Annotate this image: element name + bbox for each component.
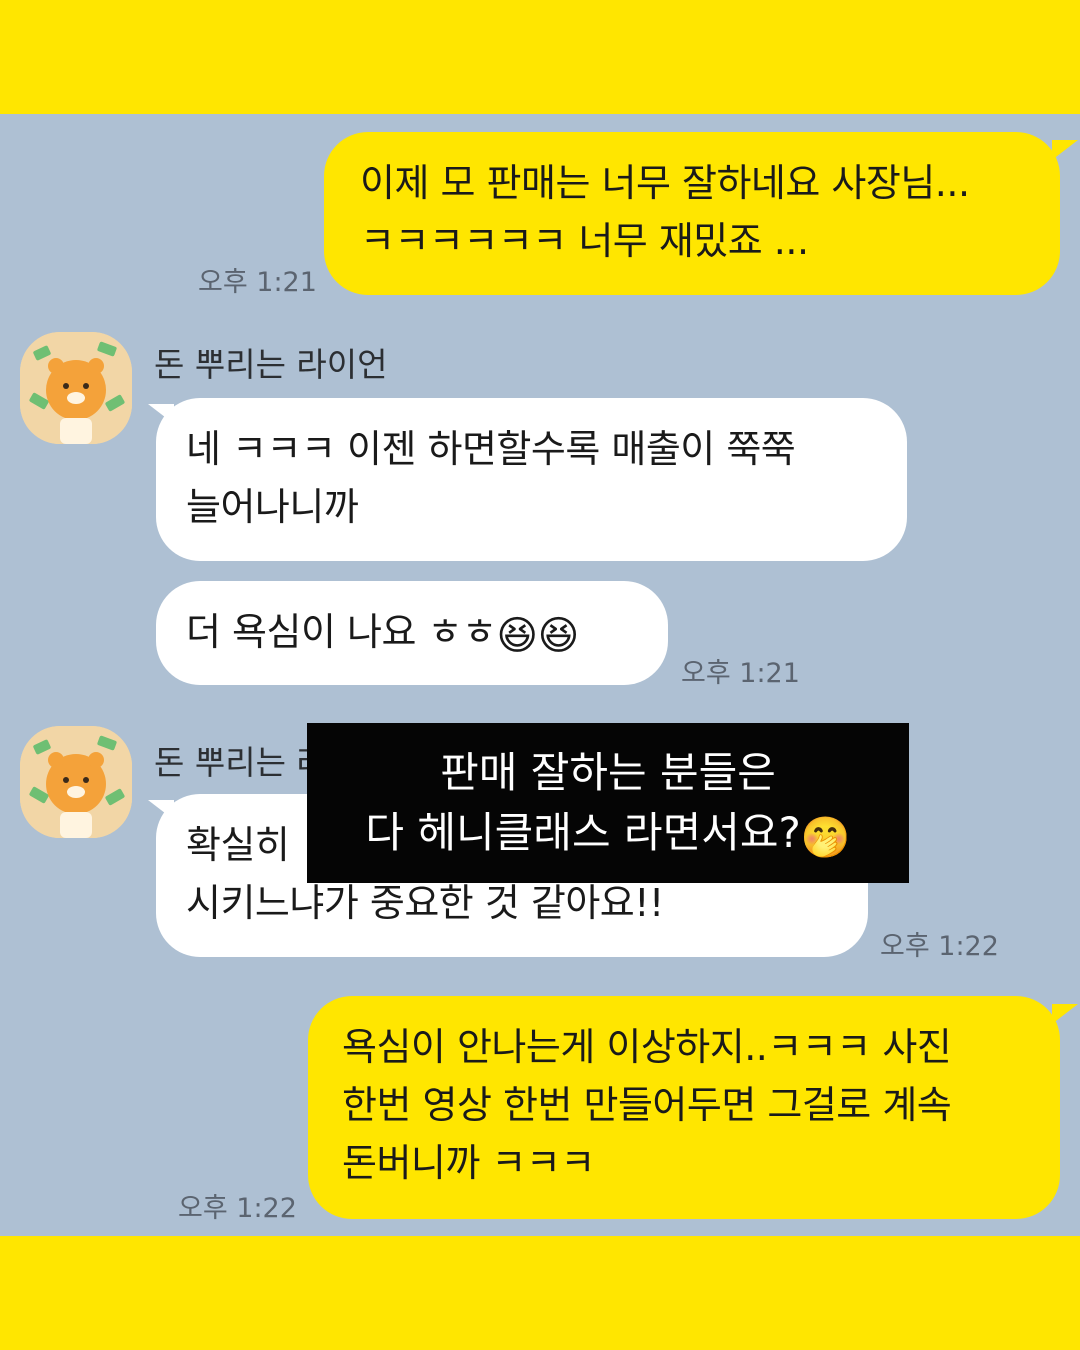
bubble-tail	[148, 800, 174, 820]
message-text: 한번 영상 한번 만들어두면 그걸로 계속	[342, 1083, 952, 1127]
message-text: ㅋㅋㅋㅋㅋㅋ 너무 재밌죠 ...	[360, 219, 809, 263]
laughing-emoji-icon: 😆😆	[496, 613, 579, 659]
bubble-tail	[148, 404, 174, 424]
message-text: 돈버니까 ㅋㅋㅋ	[342, 1141, 595, 1185]
other-message-bubble[interactable]: 네 ㅋㅋㅋ 이젠 하면할수록 매출이 쭉쭉 늘어나니까	[156, 398, 907, 561]
chat-area[interactable]: 이제 모 판매는 너무 잘하네요 사장님... ㅋㅋㅋㅋㅋㅋ 너무 재밌죠 ..…	[0, 114, 1080, 1236]
hand-over-mouth-emoji-icon: 🤭	[800, 815, 851, 861]
bottom-yellow-band	[0, 1236, 1080, 1350]
message-timestamp: 오후 1:21	[198, 267, 317, 298]
caption-text: 판매 잘하는 분들은	[440, 748, 776, 797]
message-timestamp: 오후 1:21	[681, 658, 800, 689]
message-timestamp: 오후 1:22	[880, 931, 999, 962]
ryan-money-avatar-icon[interactable]	[20, 726, 132, 838]
top-yellow-band	[0, 0, 1080, 114]
message-text: 이제 모 판매는 너무 잘하네요 사장님...	[360, 161, 970, 205]
message-text: 늘어나니까	[186, 485, 359, 529]
my-message-bubble[interactable]: 이제 모 판매는 너무 잘하네요 사장님... ㅋㅋㅋㅋㅋㅋ 너무 재밌죠 ..…	[324, 132, 1060, 295]
caption-line: 다 헤니클래스 라면서요?🤭	[307, 803, 909, 868]
other-message-bubble[interactable]: 더 욕심이 나요 ㅎㅎ😆😆	[156, 581, 668, 685]
caption-text: 다 헤니클래스 라면서요?	[365, 808, 801, 857]
ryan-money-avatar-icon[interactable]	[20, 332, 132, 444]
bubble-tail	[1052, 1004, 1078, 1024]
message-timestamp: 오후 1:22	[178, 1193, 297, 1224]
message-text: 욕심이 안나는게 이상하지..ㅋㅋㅋ 사진	[342, 1025, 952, 1069]
message-line: 더 욕심이 나요 ㅎㅎ😆😆	[186, 603, 668, 665]
bubble-tail	[1052, 140, 1078, 160]
message-text: 더 욕심이 나요 ㅎㅎ	[186, 610, 497, 654]
caption-overlay: 판매 잘하는 분들은 다 헤니클래스 라면서요?🤭	[307, 723, 909, 883]
message-text: 네 ㅋㅋㅋ 이젠 하면할수록 매출이 쭉쭉	[186, 427, 796, 471]
sender-name: 돈 뿌리는 라이언	[154, 345, 388, 384]
my-message-bubble[interactable]: 욕심이 안나는게 이상하지..ㅋㅋㅋ 사진 한번 영상 한번 만들어두면 그걸로…	[308, 996, 1060, 1219]
